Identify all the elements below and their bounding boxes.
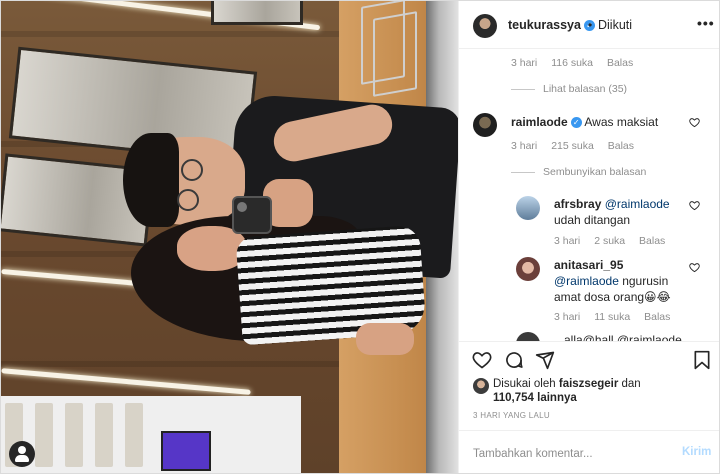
comment-meta: 3 hari 215 suka Balas bbox=[511, 140, 645, 152]
shelf-item bbox=[35, 403, 53, 467]
more-icon[interactable]: ••• bbox=[697, 15, 715, 31]
shelf-item bbox=[95, 403, 113, 467]
comment-likes[interactable]: 215 suka bbox=[551, 140, 594, 152]
reply-button[interactable]: Balas bbox=[607, 57, 633, 69]
share-icon[interactable] bbox=[535, 350, 555, 375]
commenter-avatar[interactable] bbox=[516, 257, 540, 281]
post-date[interactable]: 3 HARI YANG LALU bbox=[473, 411, 550, 420]
commenter-username[interactable]: raimlaode bbox=[511, 115, 568, 129]
verified-icon: ✓ bbox=[570, 117, 582, 129]
user-icon[interactable] bbox=[9, 441, 35, 467]
comment-time: 3 hari bbox=[511, 140, 538, 152]
display-screen bbox=[161, 431, 211, 471]
phone-camera bbox=[237, 202, 247, 212]
shelf-item bbox=[125, 403, 143, 467]
glasses-lens bbox=[177, 189, 199, 211]
reply-body: anitasari_95 @raimlaode ngurusin amat do… bbox=[554, 257, 671, 305]
commenter-avatar[interactable] bbox=[516, 196, 540, 220]
railing bbox=[373, 11, 417, 97]
author-avatar[interactable] bbox=[473, 14, 497, 38]
separator-dot: • bbox=[588, 18, 593, 32]
post-frame: teukurassya ✓ • Diikuti ••• 3 hari 116 su… bbox=[0, 0, 720, 474]
reply-meta: 3 hari 2 suka Balas bbox=[554, 235, 676, 247]
ceiling-light bbox=[1, 368, 251, 395]
bookmark-icon[interactable] bbox=[693, 350, 711, 375]
reply-likes[interactable]: 2 suka bbox=[594, 235, 625, 247]
comment-likes[interactable]: 116 suka bbox=[551, 57, 593, 69]
comment-box: Kirim bbox=[459, 430, 719, 473]
reply-text: ...alla@hall @raimlaode bbox=[554, 333, 682, 341]
heart-icon[interactable] bbox=[689, 117, 700, 131]
liked-by-line: Disukai oleh faiszsegeir dan bbox=[493, 378, 641, 390]
author-username[interactable]: teukurassya ✓ bbox=[508, 18, 595, 32]
comment-time: 3 hari bbox=[511, 57, 538, 69]
comment-body: raimlaode ✓ Awas maksiat bbox=[511, 114, 658, 130]
reply-button[interactable]: Balas bbox=[608, 140, 634, 152]
comment-icon[interactable] bbox=[504, 350, 524, 375]
reply-text: udah ditangan bbox=[554, 213, 631, 227]
heart-icon[interactable] bbox=[689, 262, 700, 276]
reply-time: 3 hari bbox=[554, 235, 581, 247]
man-hair bbox=[123, 133, 179, 227]
hide-replies-button[interactable]: Sembunyikan balasan bbox=[511, 166, 646, 178]
reply-button[interactable]: Balas bbox=[639, 235, 665, 247]
partial-reply: ...alla@hall @raimlaode bbox=[516, 332, 716, 341]
liked-by-and: dan bbox=[621, 378, 641, 390]
liked-by-count[interactable]: 110,754 lainnya bbox=[493, 392, 577, 404]
glasses-lens bbox=[181, 159, 203, 181]
commenter-username[interactable]: anitasari_95 bbox=[554, 258, 623, 272]
commenter-username[interactable]: afrsbray bbox=[554, 197, 601, 211]
action-bar bbox=[459, 341, 719, 377]
heart-icon[interactable] bbox=[689, 200, 700, 214]
phone bbox=[232, 196, 272, 234]
commenter-avatar[interactable] bbox=[473, 113, 497, 137]
liker-avatar[interactable] bbox=[473, 378, 489, 394]
shelf-item bbox=[65, 403, 83, 467]
follow-status[interactable]: Diikuti bbox=[598, 18, 632, 32]
woman-hand bbox=[356, 323, 414, 355]
reply-text: amat dosa orang😀😂 bbox=[554, 290, 671, 304]
post-photo[interactable] bbox=[1, 1, 458, 473]
reply-text: ngurusin bbox=[618, 274, 669, 288]
commenter-avatar[interactable] bbox=[516, 332, 540, 341]
comment-input[interactable] bbox=[473, 446, 663, 462]
post-header: teukurassya ✓ • Diikuti ••• bbox=[459, 1, 719, 49]
reply-meta: 3 hari 11 suka Balas bbox=[554, 311, 681, 323]
liked-by-prefix: Disukai oleh bbox=[493, 378, 556, 390]
reply-button[interactable]: Balas bbox=[644, 311, 670, 323]
author-username-text[interactable]: teukurassya bbox=[508, 18, 581, 32]
comment-text: Awas maksiat bbox=[584, 115, 659, 129]
post-side-panel: teukurassya ✓ • Diikuti ••• 3 hari 116 su… bbox=[458, 1, 719, 473]
mention-link[interactable]: @raimlaode bbox=[554, 274, 619, 288]
liked-by-user[interactable]: faiszsegeir bbox=[559, 378, 618, 390]
mention-link[interactable]: @raimlaode bbox=[605, 197, 670, 211]
heart-icon[interactable] bbox=[472, 350, 492, 375]
reply-time: 3 hari bbox=[554, 311, 581, 323]
post-comment-button[interactable]: Kirim bbox=[682, 446, 711, 458]
reply-body: afrsbray @raimlaode udah ditangan bbox=[554, 196, 670, 228]
view-replies-button[interactable]: Lihat balasan (35) bbox=[511, 83, 627, 95]
wall-poster bbox=[211, 1, 303, 25]
comment-meta: 3 hari 116 suka Balas bbox=[511, 57, 644, 69]
reply-likes[interactable]: 11 suka bbox=[594, 311, 630, 323]
